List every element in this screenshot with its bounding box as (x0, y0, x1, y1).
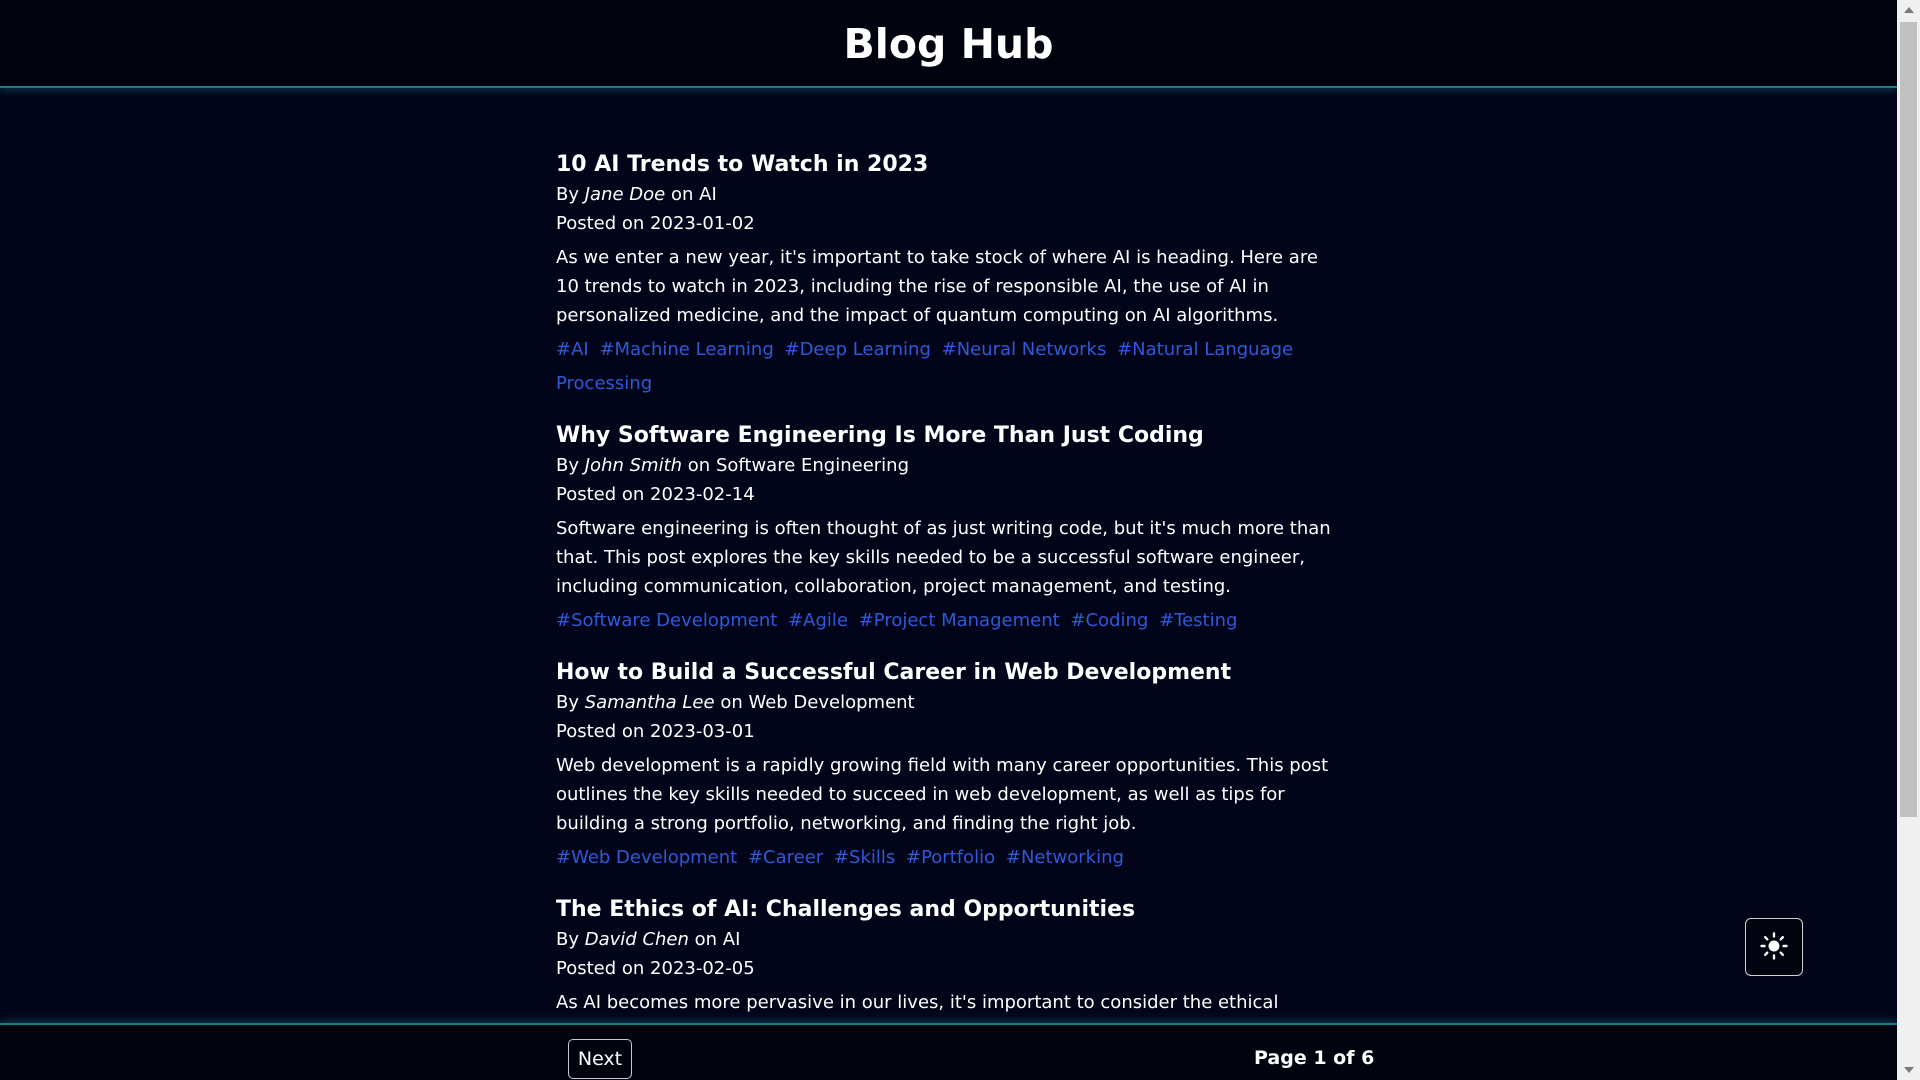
byline-on: on (720, 692, 743, 713)
posted-prefix: Posted on (556, 721, 645, 742)
post-byline: By Jane Doe on AI (556, 180, 1346, 209)
tag-link[interactable]: #Machine Learning (599, 339, 773, 360)
post-author: Samantha Lee (584, 692, 715, 713)
post-date: 2023-03-01 (650, 721, 755, 742)
post-excerpt: Web development is a rapidly growing fie… (556, 755, 1329, 834)
posted-prefix: Posted on (556, 484, 645, 505)
tag-link[interactable]: #Project Management (859, 610, 1060, 631)
post-tags: #AI #Machine Learning #Deep Learning #Ne… (556, 333, 1346, 401)
post-byline: By Samantha Lee on Web Development (556, 688, 1346, 717)
byline-on: on (670, 184, 694, 205)
tag-link[interactable]: #Neural Networks (942, 339, 1107, 360)
post-byline: By John Smith on Software Engineering (556, 451, 1346, 480)
page-indicator: Page 1 of 6 (1254, 1047, 1375, 1069)
post-tags: #Software Development #Agile #Project Ma… (556, 604, 1346, 638)
tag-link[interactable]: #AI (556, 339, 589, 360)
page-viewport: Blog Hub 10 AI Trends to Watch in 2023 B… (0, 0, 1897, 1080)
tag-link[interactable]: #Networking (1006, 847, 1124, 868)
post-date-line: Posted on 2023-03-01 (556, 717, 1346, 746)
post-category: AI (722, 929, 741, 950)
post-item: 10 AI Trends to Watch in 2023 By Jane Do… (556, 150, 1346, 401)
scrollbar-thumb[interactable] (1900, 22, 1917, 817)
tag-link[interactable]: #Agile (788, 610, 848, 631)
byline-by: By (556, 692, 580, 713)
tag-link[interactable]: #Skills (834, 847, 895, 868)
post-category: Web Development (748, 692, 915, 713)
tag-link[interactable]: #Career (748, 847, 823, 868)
byline-by: By (556, 455, 580, 476)
vertical-scrollbar[interactable] (1897, 0, 1920, 1080)
post-excerpt: As we enter a new year, it's important t… (556, 247, 1318, 326)
byline-by: By (556, 184, 580, 205)
scroll-down-arrow-icon[interactable] (1897, 1060, 1920, 1080)
tag-link[interactable]: #Web Development (556, 847, 737, 868)
tag-link[interactable]: #Coding (1070, 610, 1148, 631)
post-date-line: Posted on 2023-02-05 (556, 954, 1346, 983)
posted-prefix: Posted on (556, 213, 645, 234)
post-author: Jane Doe (584, 184, 666, 205)
post-author: David Chen (584, 929, 689, 950)
tag-link[interactable]: #Software Development (556, 610, 777, 631)
site-header: Blog Hub (0, 0, 1897, 88)
theme-toggle-button[interactable] (1745, 918, 1803, 976)
post-date: 2023-02-14 (650, 484, 755, 505)
post-title[interactable]: How to Build a Successful Career in Web … (556, 658, 1346, 688)
post-date-line: Posted on 2023-02-14 (556, 480, 1346, 509)
post-title[interactable]: Why Software Engineering Is More Than Ju… (556, 421, 1346, 451)
post-item: How to Build a Successful Career in Web … (556, 658, 1346, 875)
posted-prefix: Posted on (556, 958, 645, 979)
tag-link[interactable]: #Portfolio (906, 847, 995, 868)
post-category: AI (699, 184, 717, 205)
post-tags: #Web Development #Career #Skills #Portfo… (556, 841, 1346, 875)
scroll-up-arrow-icon[interactable] (1897, 0, 1920, 20)
post-byline: By David Chen on AI (556, 925, 1346, 954)
byline-on: on (694, 929, 718, 950)
site-title: Blog Hub (843, 20, 1054, 68)
post-date: 2023-02-05 (650, 958, 755, 979)
post-list: 10 AI Trends to Watch in 2023 By Jane Do… (556, 150, 1346, 1037)
post-excerpt: As AI becomes more pervasive in our live… (556, 992, 1279, 1013)
post-date-line: Posted on 2023-01-02 (556, 209, 1346, 238)
post-title[interactable]: 10 AI Trends to Watch in 2023 (556, 150, 1346, 180)
post-author: John Smith (584, 455, 683, 476)
post-date: 2023-01-02 (650, 213, 755, 234)
sun-icon (1759, 931, 1789, 964)
byline-by: By (556, 929, 580, 950)
tag-link[interactable]: #Testing (1159, 610, 1237, 631)
post-item: The Ethics of AI: Challenges and Opportu… (556, 895, 1346, 1017)
post-item: Why Software Engineering Is More Than Ju… (556, 421, 1346, 638)
tag-link[interactable]: #Deep Learning (784, 339, 930, 360)
pagination-bar: Next Page 1 of 6 (0, 1023, 1897, 1080)
byline-on: on (687, 455, 711, 476)
post-category: Software Engineering (715, 455, 910, 476)
post-title[interactable]: The Ethics of AI: Challenges and Opportu… (556, 895, 1346, 925)
next-page-button[interactable]: Next (568, 1039, 632, 1079)
post-excerpt: Software engineering is often thought of… (556, 518, 1331, 597)
